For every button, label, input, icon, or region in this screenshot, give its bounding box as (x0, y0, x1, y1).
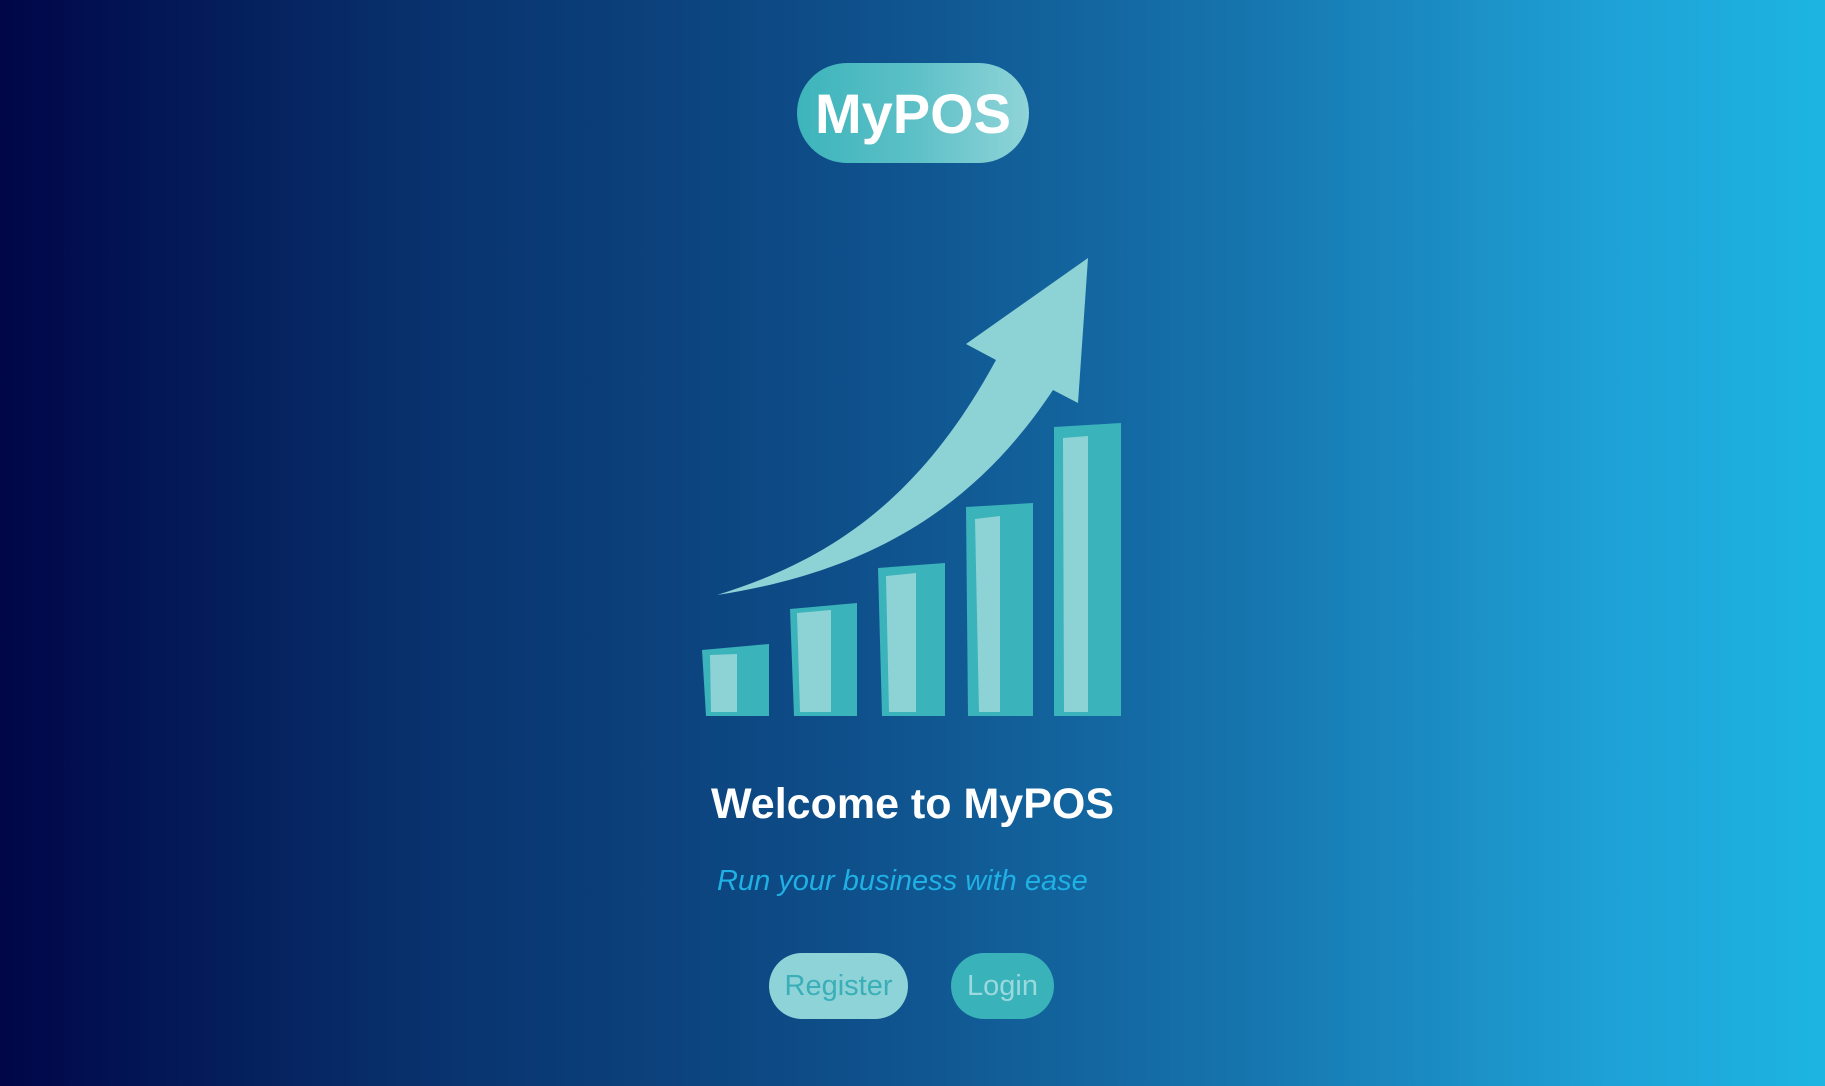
logo-badge: MyPOS (797, 63, 1029, 163)
bar-2-highlight (797, 610, 831, 712)
bar-3-highlight (886, 573, 916, 712)
growth-chart-illustration (702, 258, 1121, 716)
logo-text: MyPOS (814, 81, 1012, 145)
login-button[interactable]: Login (951, 953, 1054, 1019)
bar-4-highlight (975, 516, 1000, 712)
welcome-subtitle: Run your business with ease (717, 865, 1088, 897)
bar-5-highlight (1063, 436, 1088, 712)
bar-1-highlight (710, 654, 737, 712)
register-button[interactable]: Register (769, 953, 908, 1019)
welcome-title: Welcome to MyPOS (710, 780, 1115, 828)
growth-bars (702, 423, 1121, 716)
